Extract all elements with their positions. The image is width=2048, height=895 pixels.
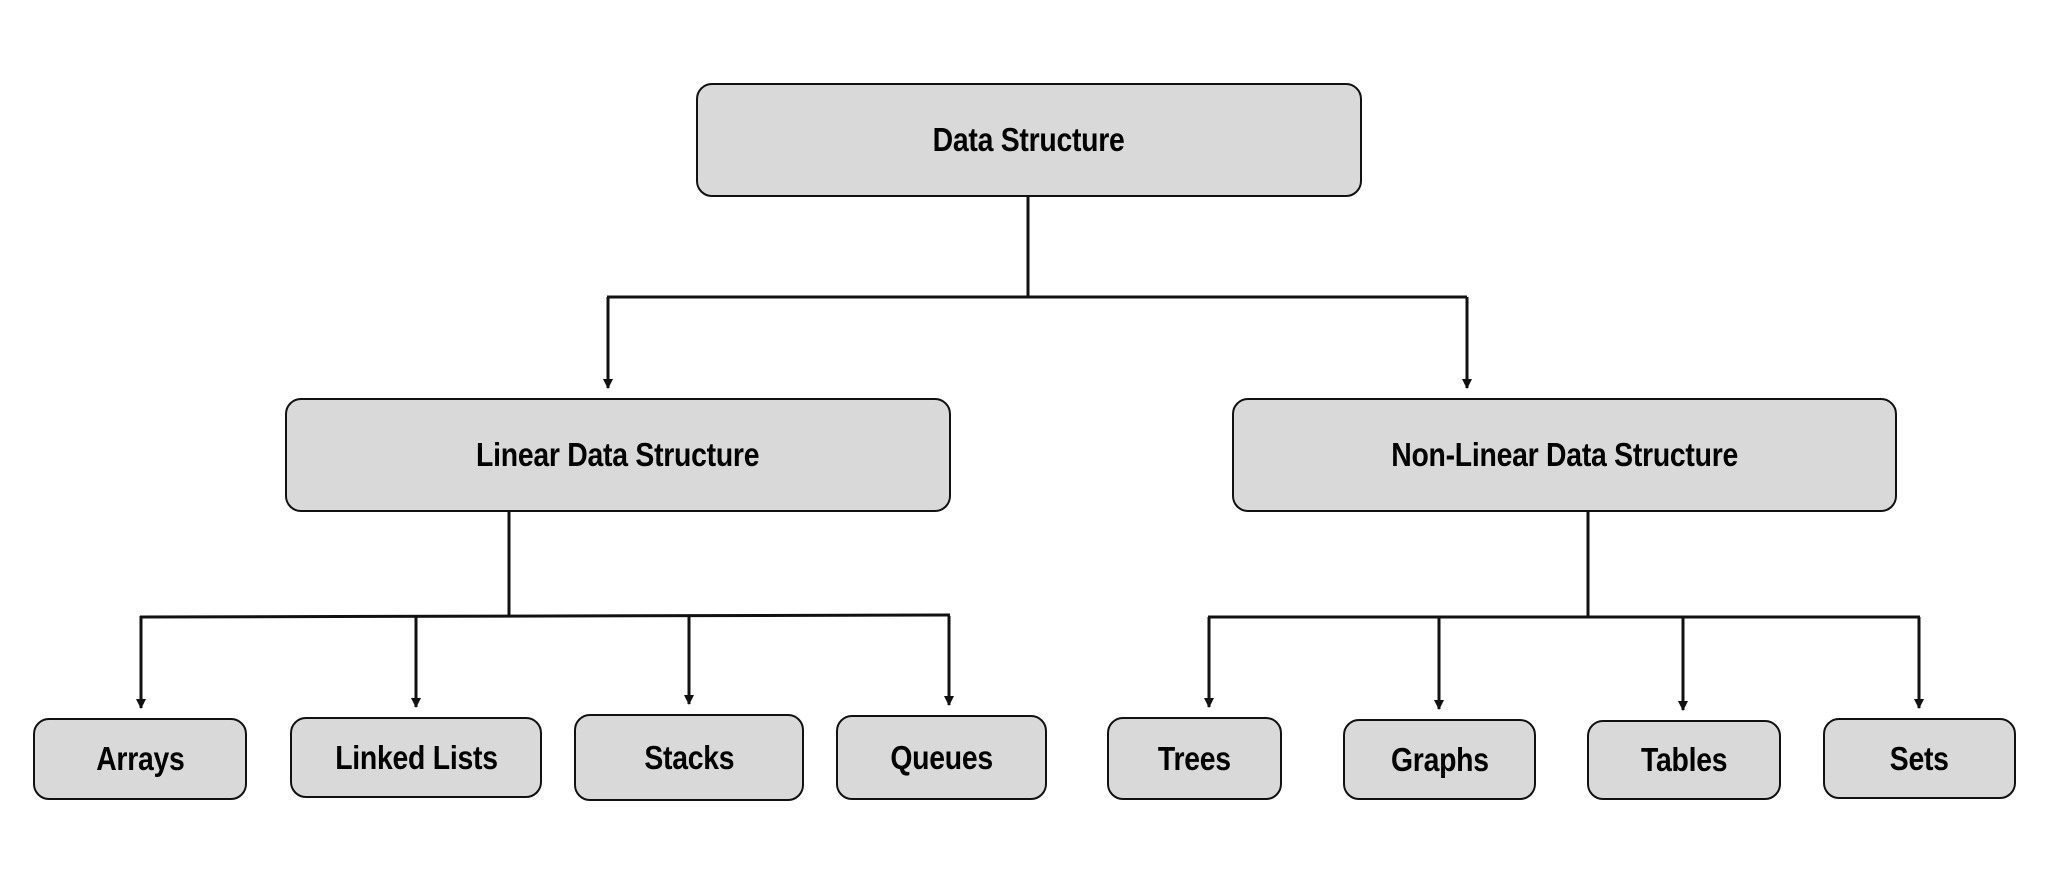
node-label: Queues xyxy=(890,738,993,776)
node-label: Tables xyxy=(1640,741,1728,778)
node-arrays[interactable]: Arrays xyxy=(33,718,247,800)
node-graphs[interactable]: Graphs xyxy=(1343,719,1536,800)
node-linked-lists[interactable]: Linked Lists xyxy=(290,717,542,798)
node-label: Data Structure xyxy=(933,121,1125,158)
node-label: Sets xyxy=(1890,739,1949,777)
node-label: Linear Data Structure xyxy=(476,436,760,473)
node-sets[interactable]: Sets xyxy=(1823,718,2016,799)
node-tables[interactable]: Tables xyxy=(1587,720,1781,800)
node-label: Linked Lists xyxy=(334,738,498,776)
node-label: Arrays xyxy=(95,740,185,777)
node-queues[interactable]: Queues xyxy=(836,715,1047,800)
node-stacks[interactable]: Stacks xyxy=(574,714,804,801)
node-linear-data-structure[interactable]: Linear Data Structure xyxy=(285,398,951,512)
node-label: Trees xyxy=(1158,739,1231,777)
node-trees[interactable]: Trees xyxy=(1107,717,1282,800)
data-structure-diagram: Data Structure Linear Data Structure Non… xyxy=(0,0,2048,895)
node-label: Graphs xyxy=(1390,740,1489,778)
node-label: Non-Linear Data Structure xyxy=(1391,436,1738,473)
node-root[interactable]: Data Structure xyxy=(696,83,1362,197)
node-label: Stacks xyxy=(644,738,734,776)
connector-linear-bus xyxy=(139,613,951,619)
node-non-linear-data-structure[interactable]: Non-Linear Data Structure xyxy=(1232,398,1897,512)
